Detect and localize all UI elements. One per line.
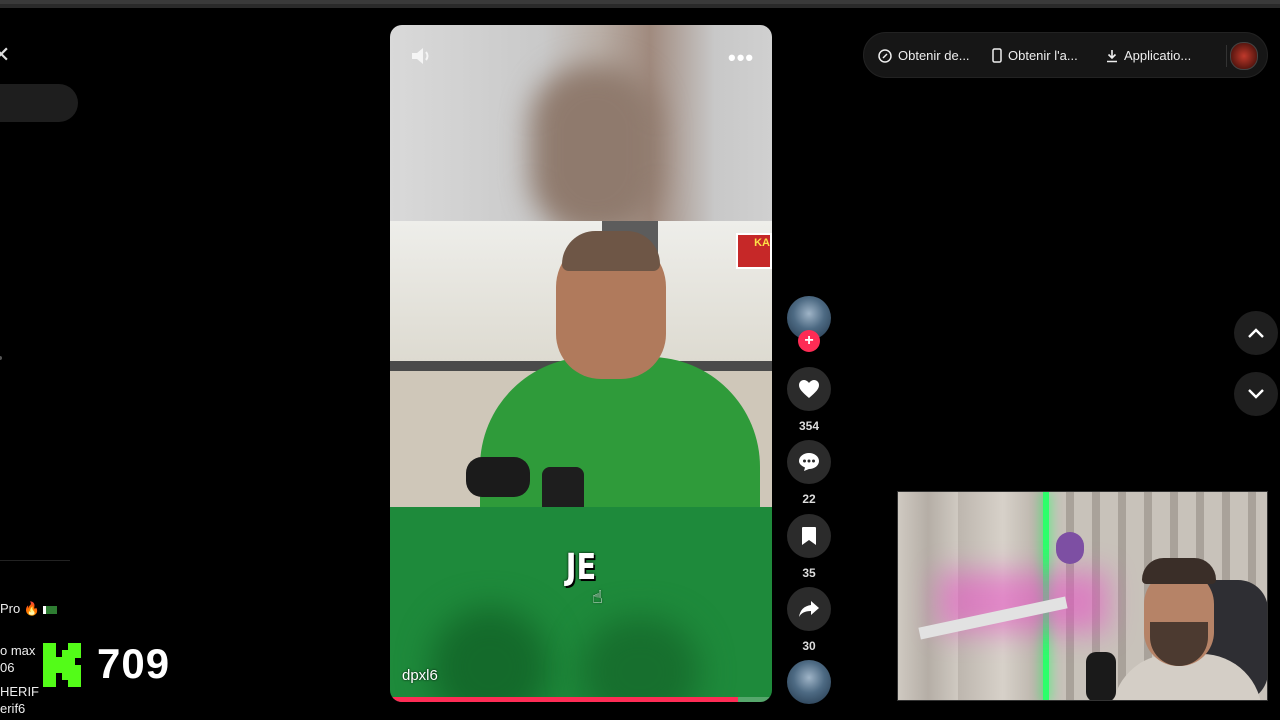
viewer-count: 709 — [97, 640, 171, 687]
sound-avatar[interactable] — [787, 660, 831, 704]
follow-plus-icon[interactable]: + — [798, 330, 820, 352]
next-video-button[interactable] — [1234, 372, 1278, 416]
comment-action[interactable]: 22 — [787, 440, 831, 506]
get-coins-label: Obtenir de... — [898, 48, 970, 63]
pill-divider — [1226, 45, 1227, 67]
share-action[interactable]: 30 — [787, 587, 831, 653]
get-coins-button[interactable]: Obtenir de... — [878, 48, 970, 63]
get-app-label: Obtenir l'a... — [1008, 48, 1078, 63]
kick-logo-icon — [43, 643, 81, 687]
profile-avatar[interactable] — [1230, 42, 1258, 70]
progress-fill — [390, 697, 738, 702]
comment-count: 22 — [802, 492, 816, 506]
chat-line-3: 06 — [0, 660, 15, 675]
get-app-button[interactable]: Obtenir l'a... — [992, 48, 1078, 63]
like-button[interactable] — [787, 367, 831, 411]
chat-line-4: HERIF — [0, 684, 39, 699]
streamer-hair — [1142, 558, 1216, 584]
streamer-webcam — [897, 491, 1268, 701]
volume-icon[interactable] — [408, 43, 434, 69]
save-action[interactable]: 35 — [787, 514, 831, 580]
mouse-cursor-icon: ☝ — [592, 587, 603, 607]
chat-line-1: Pro 🔥 — [0, 601, 58, 617]
desktop-app-label: Applicatio... — [1124, 48, 1192, 63]
blurred-face — [530, 65, 660, 235]
save-count: 35 — [802, 566, 816, 580]
heart-icon — [799, 380, 819, 398]
brand-badge-text: KA — [754, 237, 770, 249]
sidebar-dot — [0, 356, 2, 360]
figure-toy — [1056, 532, 1084, 564]
video-top-blur — [390, 25, 772, 235]
like-count: 354 — [798, 419, 820, 433]
previous-video-button[interactable] — [1234, 311, 1278, 355]
video-author[interactable]: dpxl6 — [402, 667, 438, 684]
streamer-microphone — [1086, 652, 1116, 700]
chevron-up-icon — [1248, 328, 1264, 338]
share-icon — [799, 601, 819, 617]
desktop-app-button[interactable]: Applicatio... — [1106, 48, 1191, 63]
divider — [0, 560, 70, 561]
bookmark-icon — [802, 527, 816, 545]
blur-shape — [580, 617, 700, 702]
close-icon[interactable]: ✕ — [0, 42, 10, 68]
speaker-hair — [562, 231, 660, 271]
coin-icon — [878, 48, 892, 63]
download-icon — [1107, 49, 1117, 62]
more-options-icon[interactable]: ••• — [728, 45, 754, 71]
video-bottom-blur — [390, 507, 772, 702]
search-input[interactable] — [0, 84, 78, 122]
top-actions-pill: Obtenir de... Obtenir l'a... Applicatio.… — [863, 32, 1268, 78]
video-caption: JE — [565, 547, 597, 588]
video-frame: KA — [390, 221, 772, 507]
chat-line-5: erif6 — [0, 701, 26, 716]
phone-icon — [992, 48, 1002, 63]
top-bar — [0, 0, 1280, 8]
share-count: 30 — [802, 639, 816, 653]
chat-line-2: o max — [0, 643, 36, 658]
video-player[interactable]: KA JE ☝ ••• dpxl6 — [390, 25, 772, 702]
share-button[interactable] — [787, 587, 831, 631]
armband — [466, 457, 530, 497]
comment-icon — [799, 453, 819, 471]
chevron-down-icon — [1248, 389, 1264, 399]
microphone — [542, 467, 584, 507]
progress-bar[interactable] — [390, 697, 772, 702]
blur-shape — [430, 607, 550, 702]
like-action[interactable]: 354 — [787, 367, 831, 433]
comment-button[interactable] — [787, 440, 831, 484]
save-button[interactable] — [787, 514, 831, 558]
flag-icon — [43, 605, 58, 614]
